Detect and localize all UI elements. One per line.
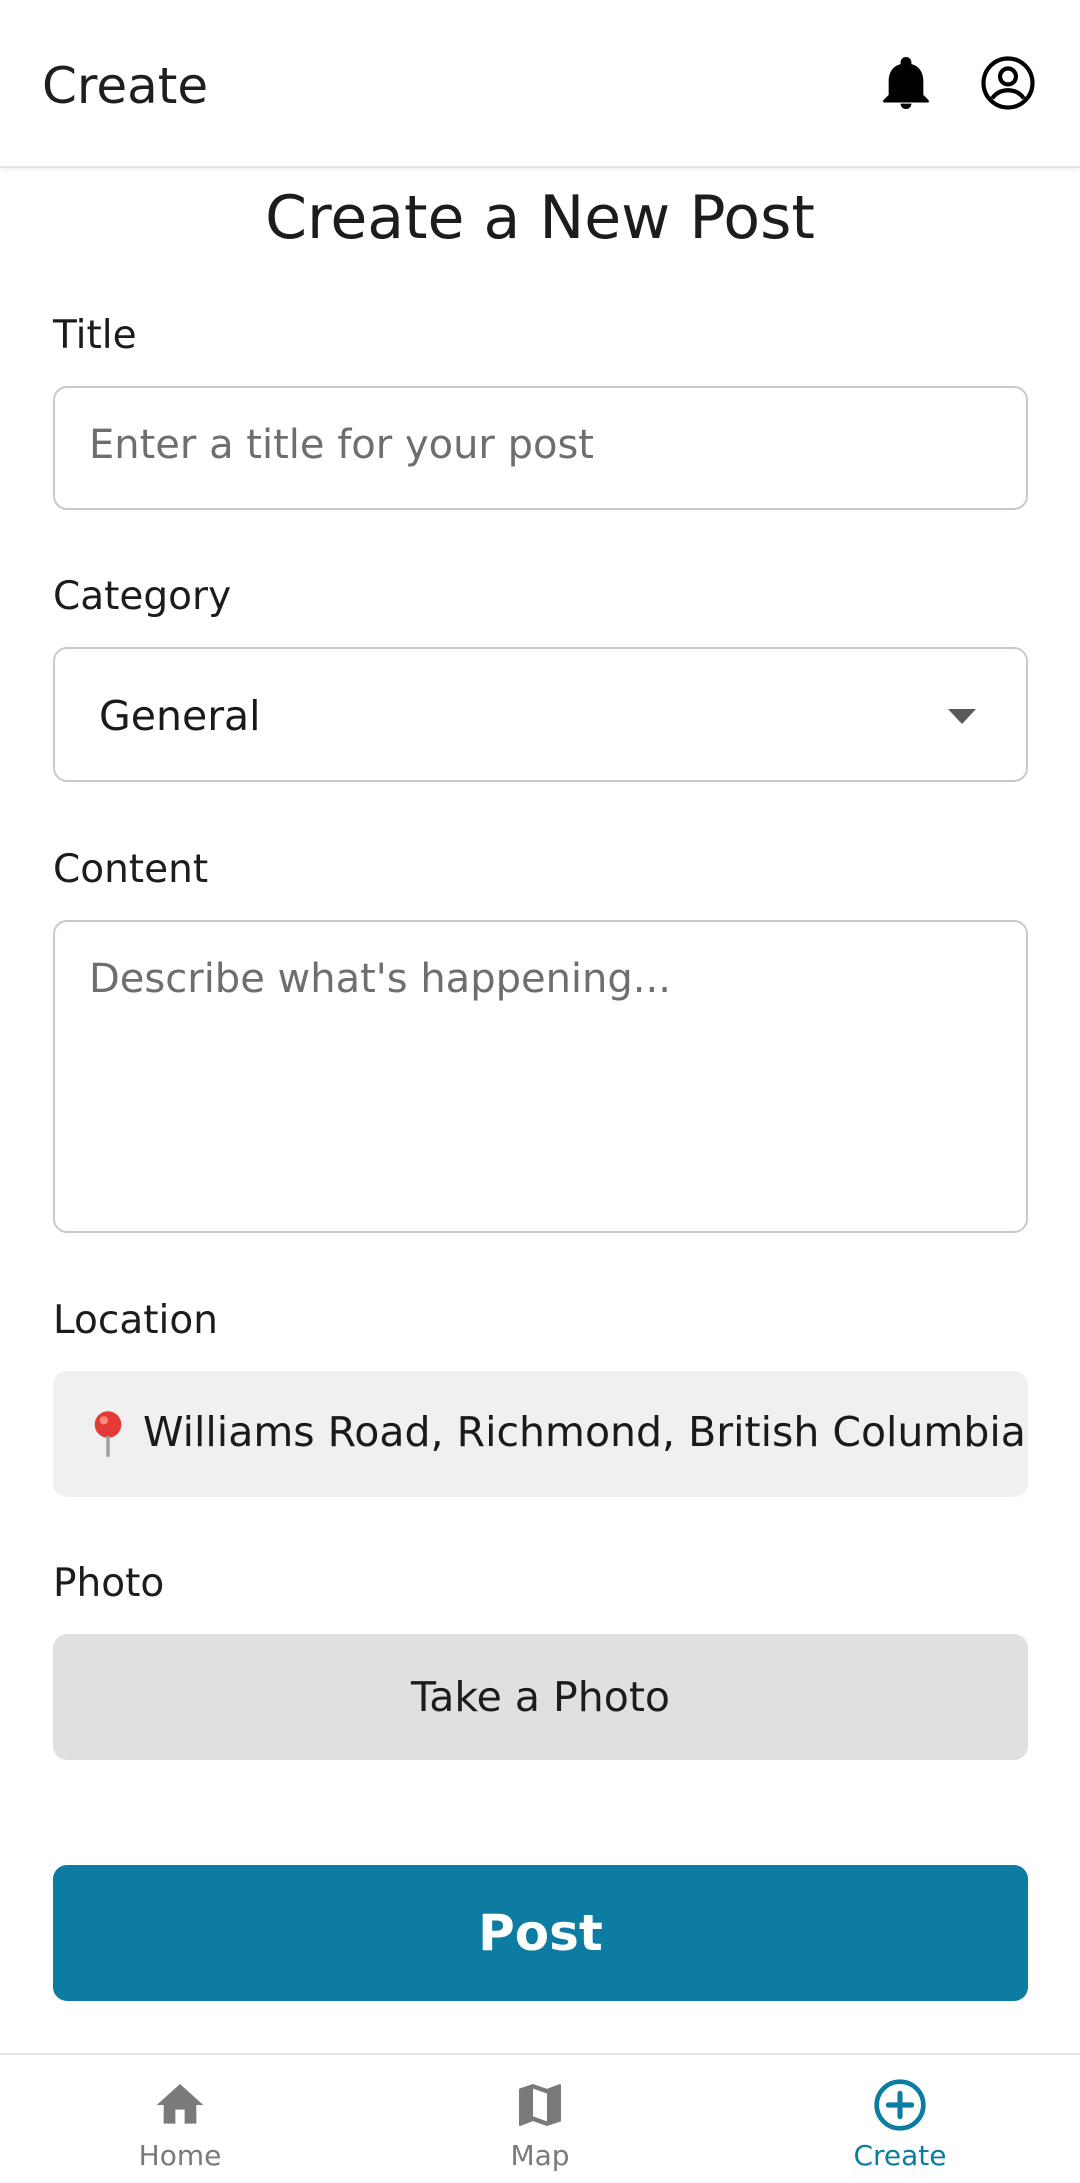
- nav-label-create: Create: [853, 2139, 947, 2172]
- title-label: Title: [53, 313, 137, 358]
- take-photo-button[interactable]: Take a Photo: [53, 1634, 1028, 1760]
- post-button[interactable]: Post: [53, 1865, 1028, 2001]
- title-placeholder: Enter a title for your post: [89, 422, 594, 468]
- content-label: Content: [53, 847, 209, 892]
- category-select[interactable]: General: [53, 647, 1028, 782]
- location-display: Williams Road, Richmond, British Columbi…: [53, 1371, 1028, 1497]
- bottom-navigation: Home Map Create: [0, 2053, 1080, 2183]
- account-circle-icon[interactable]: [978, 53, 1038, 113]
- add-circle-icon: [872, 2077, 928, 2133]
- content-placeholder: Describe what's happening...: [89, 956, 671, 1002]
- content-textarea[interactable]: Describe what's happening...: [53, 920, 1028, 1233]
- category-selected-value: General: [99, 692, 261, 740]
- nav-item-create[interactable]: Create: [800, 2077, 1000, 2181]
- map-pin-icon: [89, 1409, 127, 1463]
- map-icon: [512, 2077, 568, 2133]
- photo-label: Photo: [53, 1561, 165, 1606]
- home-icon: [152, 2077, 208, 2133]
- location-value: Williams Road, Richmond, British Columbi…: [143, 1408, 1026, 1456]
- category-label: Category: [53, 574, 232, 619]
- nav-item-home[interactable]: Home: [80, 2077, 280, 2181]
- app-bar: Create: [0, 0, 1080, 168]
- page-title: Create a New Post: [265, 183, 815, 253]
- nav-label-map: Map: [510, 2139, 570, 2172]
- app-bar-title: Create: [42, 57, 209, 115]
- title-input[interactable]: Enter a title for your post: [53, 386, 1028, 510]
- bell-icon[interactable]: [876, 53, 936, 113]
- nav-item-map[interactable]: Map: [440, 2077, 640, 2181]
- location-label: Location: [53, 1298, 218, 1343]
- dropdown-arrow-icon: [948, 709, 976, 724]
- nav-label-home: Home: [138, 2139, 222, 2172]
